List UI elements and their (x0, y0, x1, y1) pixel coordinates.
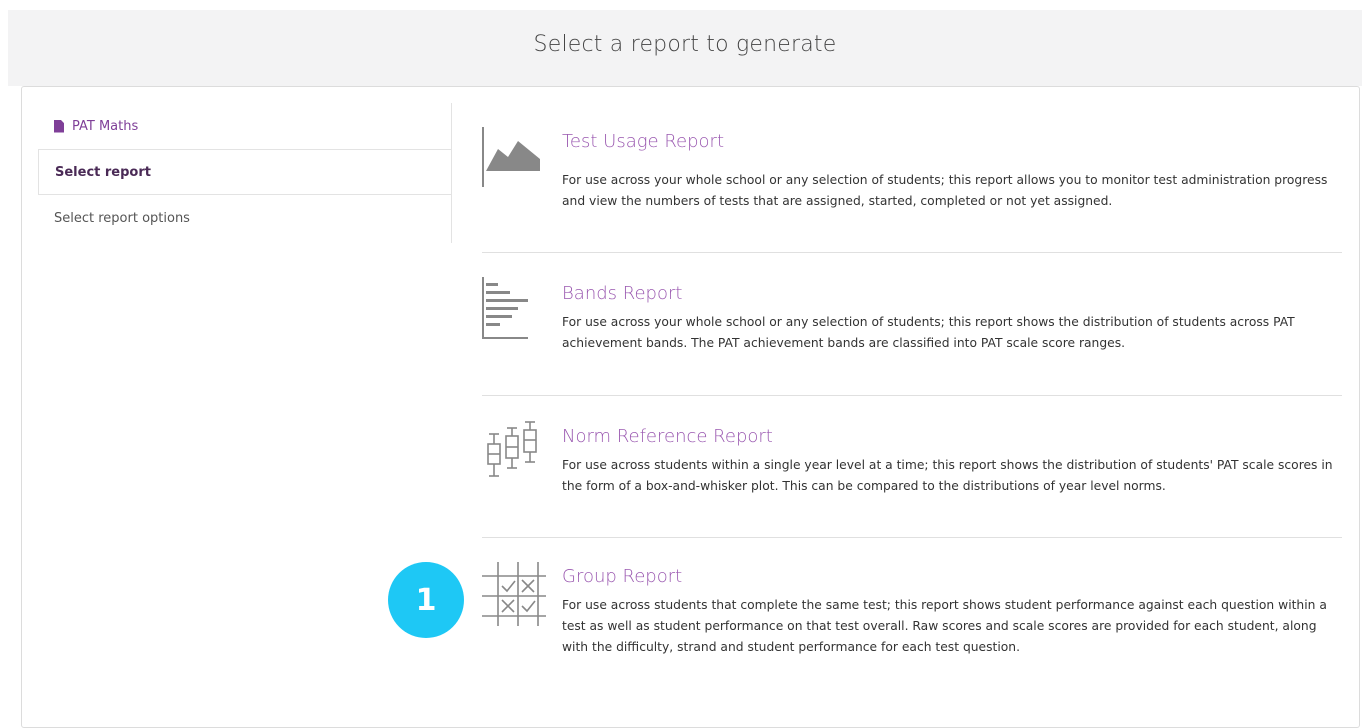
report-description: For use across your whole school or any … (562, 315, 1295, 350)
report-title[interactable]: Group Report (562, 566, 682, 587)
area-chart-icon (482, 127, 540, 187)
nav-product[interactable]: PAT Maths (38, 103, 452, 149)
report-description: For use across your whole school or any … (562, 173, 1328, 208)
nav-step-select-report[interactable]: Select report (38, 149, 452, 195)
report-norm-reference[interactable]: Norm Reference Report For use across stu… (482, 420, 1342, 530)
nav-divider (451, 103, 452, 243)
report-divider (482, 395, 1342, 396)
grid-check-icon (482, 562, 546, 626)
report-description: For use across students that complete th… (562, 598, 1327, 654)
report-test-usage[interactable]: Test Usage Report For use across your wh… (482, 127, 1342, 237)
nav-step-label: Select report options (54, 210, 190, 226)
nav-product-label: PAT Maths (72, 118, 139, 134)
box-plot-icon (487, 421, 537, 477)
bar-chart-icon (482, 277, 528, 339)
report-description: For use across students within a single … (562, 458, 1333, 493)
page-title: Select a report to generate (533, 32, 837, 57)
report-title[interactable]: Test Usage Report (562, 131, 724, 152)
nav-step-report-options[interactable]: Select report options (38, 195, 452, 241)
document-icon (54, 119, 64, 133)
report-group[interactable]: Group Report For use across students tha… (482, 562, 1342, 672)
report-title[interactable]: Bands Report (562, 283, 682, 304)
wizard-nav: PAT Maths Select report Select report op… (38, 103, 452, 241)
report-bands[interactable]: Bands Report For use across your whole s… (482, 277, 1342, 387)
page-header: Select a report to generate (8, 10, 1362, 86)
report-title[interactable]: Norm Reference Report (562, 426, 773, 447)
report-divider (482, 252, 1342, 253)
step-callout-badge: 1 (388, 562, 464, 638)
nav-step-label: Select report (55, 164, 151, 180)
report-divider (482, 537, 1342, 538)
